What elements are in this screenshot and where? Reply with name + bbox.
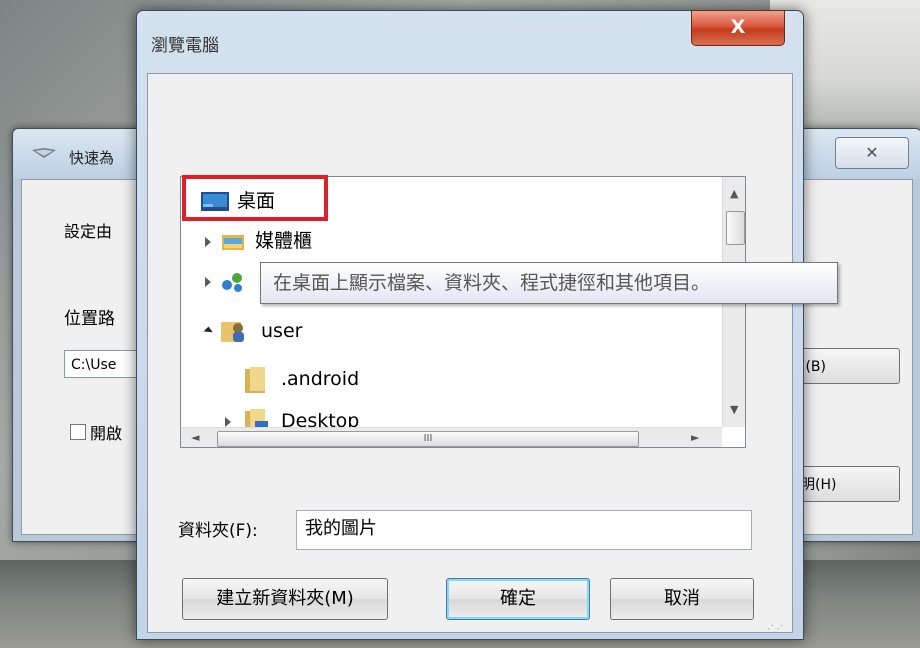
browse-button[interactable]: .(B): [790, 348, 900, 384]
collapse-arrow-icon[interactable]: [203, 326, 214, 337]
path-label: 位置路: [64, 309, 115, 329]
tree-item-label: .android: [281, 368, 360, 390]
dialog-close-button[interactable]: X: [691, 10, 785, 46]
tree-item-label: 媒體櫃: [255, 230, 313, 252]
cancel-button[interactable]: 取消: [610, 578, 754, 620]
desktop-highlight-box: [182, 175, 328, 221]
tooltip: 在桌面上顯示檔案、資料夾、程式捷徑和其他項目。: [260, 262, 838, 304]
expand-arrow-icon[interactable]: [205, 237, 211, 247]
folder-icon: [245, 367, 265, 393]
tree-horizontal-scrollbar[interactable]: ◄ III ►: [181, 427, 722, 447]
scroll-up-icon[interactable]: ▲: [730, 187, 738, 200]
new-folder-button[interactable]: 建立新資料夾(M): [182, 578, 388, 620]
vertical-scroll-thumb[interactable]: [726, 211, 745, 245]
horizontal-scroll-thumb[interactable]: III: [217, 431, 639, 447]
expand-arrow-icon[interactable]: [205, 277, 211, 287]
folder-label: 資料夾(F):: [178, 521, 258, 541]
folder-name-input[interactable]: 我的圖片: [296, 510, 752, 550]
help-button[interactable]: 明(H): [790, 466, 900, 502]
quick-setup-close-button[interactable]: ✕: [835, 137, 909, 169]
scroll-left-icon[interactable]: ◄: [191, 431, 199, 444]
resize-grip-icon[interactable]: ⋰⋰: [764, 624, 783, 635]
expand-arrow-icon[interactable]: [225, 417, 231, 427]
ok-button[interactable]: 確定: [446, 578, 590, 620]
app-icon: [32, 148, 56, 158]
tree-item-label: user: [261, 320, 303, 342]
user-folder-icon: [221, 322, 244, 342]
setting-label: 設定由: [64, 222, 113, 241]
scroll-right-icon[interactable]: ►: [691, 431, 699, 444]
quick-setup-title: 快速為: [69, 149, 115, 167]
library-icon: [222, 235, 244, 250]
homegroup-icon: [222, 273, 242, 292]
open-checkbox[interactable]: [70, 424, 86, 440]
dialog-title: 瀏覽電腦: [151, 36, 219, 56]
scroll-down-icon[interactable]: ▼: [730, 403, 738, 416]
open-checkbox-label: 開啟: [90, 424, 123, 443]
